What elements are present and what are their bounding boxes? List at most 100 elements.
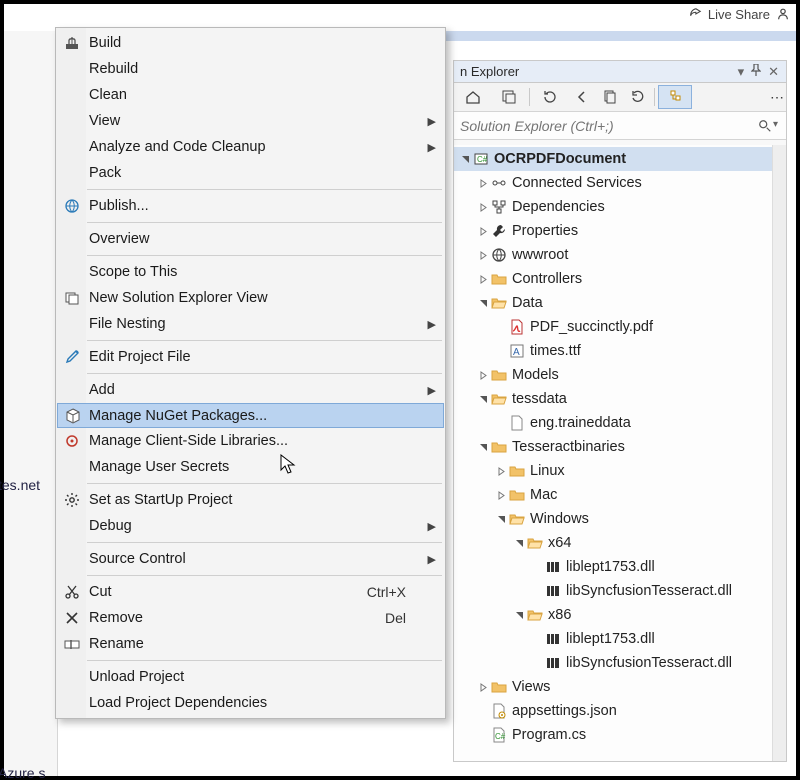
tree-row[interactable]: Atimes.ttf bbox=[454, 339, 772, 363]
expand-icon[interactable] bbox=[494, 515, 508, 524]
tree-row[interactable]: x64 bbox=[454, 531, 772, 555]
expand-icon[interactable] bbox=[476, 251, 490, 260]
menu-item[interactable]: Unload Project bbox=[57, 664, 444, 690]
panel-dropdown-icon[interactable]: ▾ bbox=[735, 64, 748, 80]
menu-item[interactable]: Publish... bbox=[57, 193, 444, 219]
menu-item[interactable]: Add▶ bbox=[57, 377, 444, 403]
menu-item[interactable]: Manage NuGet Packages... bbox=[57, 403, 444, 428]
menu-item[interactable]: Manage Client-Side Libraries... bbox=[57, 428, 444, 454]
tree-row[interactable]: C#Program.cs bbox=[454, 723, 772, 747]
tree-item-label: Windows bbox=[530, 511, 589, 527]
menu-item[interactable]: Manage User Secrets bbox=[57, 454, 444, 480]
expand-icon[interactable] bbox=[476, 275, 490, 284]
tree-row[interactable]: wwwroot bbox=[454, 243, 772, 267]
expand-icon[interactable] bbox=[494, 491, 508, 500]
search-row[interactable]: ▾ bbox=[454, 112, 786, 140]
search-input[interactable] bbox=[458, 116, 754, 136]
menu-item[interactable]: Rename bbox=[57, 631, 444, 657]
tree-row[interactable]: appsettings.json bbox=[454, 699, 772, 723]
expand-icon[interactable] bbox=[512, 539, 526, 548]
expand-icon[interactable] bbox=[476, 395, 490, 404]
csproj-icon: C# bbox=[472, 151, 490, 167]
expand-icon[interactable] bbox=[476, 683, 490, 692]
search-icon[interactable]: ▾ bbox=[754, 119, 782, 133]
tree-row[interactable]: Models bbox=[454, 363, 772, 387]
tree-row[interactable]: libSyncfusionTesseract.dll bbox=[454, 579, 772, 603]
menu-item[interactable]: Pack bbox=[57, 160, 444, 186]
account-icon[interactable] bbox=[776, 7, 790, 21]
tree-row[interactable]: Tesseractbinaries bbox=[454, 435, 772, 459]
tree-row[interactable]: Linux bbox=[454, 459, 772, 483]
tree-item-label: PDF_succinctly.pdf bbox=[530, 319, 653, 335]
scrollbar[interactable] bbox=[772, 145, 786, 761]
tree-row[interactable]: libSyncfusionTesseract.dll bbox=[454, 651, 772, 675]
tree-row[interactable]: Connected Services bbox=[454, 171, 772, 195]
toolbar-copy-button[interactable] bbox=[597, 85, 623, 109]
menu-item[interactable]: Build bbox=[57, 30, 444, 56]
live-share-label[interactable]: Live Share bbox=[708, 7, 770, 22]
menu-item[interactable]: Overview bbox=[57, 226, 444, 252]
close-icon[interactable]: ✕ bbox=[765, 64, 782, 80]
file-icon bbox=[508, 415, 526, 431]
tree-row[interactable]: PDF_succinctly.pdf bbox=[454, 315, 772, 339]
expand-icon[interactable] bbox=[476, 227, 490, 236]
tree-item-label: Properties bbox=[512, 223, 578, 239]
menu-item[interactable]: Debug▶ bbox=[57, 513, 444, 539]
json-icon bbox=[490, 703, 508, 719]
toolbar-history-dropdown[interactable] bbox=[533, 85, 567, 109]
tree-row[interactable]: C#OCRPDFDocument bbox=[454, 147, 772, 171]
tree-row[interactable]: Properties bbox=[454, 219, 772, 243]
tree-row[interactable]: liblept1753.dll bbox=[454, 627, 772, 651]
expand-icon[interactable] bbox=[476, 443, 490, 452]
menu-item[interactable]: Clean bbox=[57, 82, 444, 108]
toolbar-home-dropdown[interactable] bbox=[456, 85, 490, 109]
toolbar-refresh-button[interactable] bbox=[625, 85, 651, 109]
tree-row[interactable]: Mac bbox=[454, 483, 772, 507]
tree-row[interactable]: Windows bbox=[454, 507, 772, 531]
menu-item[interactable]: RemoveDel bbox=[57, 605, 444, 631]
menu-item[interactable]: Edit Project File bbox=[57, 344, 444, 370]
editor-text-fragment-1: tes.net bbox=[0, 477, 40, 493]
tree-row[interactable]: liblept1753.dll bbox=[454, 555, 772, 579]
menu-item[interactable]: Load Project Dependencies bbox=[57, 690, 444, 716]
tree-row[interactable]: eng.traineddata bbox=[454, 411, 772, 435]
menu-item[interactable]: Source Control▶ bbox=[57, 546, 444, 572]
expand-icon[interactable] bbox=[476, 299, 490, 308]
tree-row[interactable]: Controllers bbox=[454, 267, 772, 291]
menu-item[interactable]: File Nesting▶ bbox=[57, 311, 444, 337]
panel-titlebar[interactable]: n Explorer ▾ ✕ bbox=[454, 61, 786, 83]
toolbar-showall-toggle[interactable] bbox=[658, 85, 692, 109]
expand-icon[interactable] bbox=[476, 179, 490, 188]
tree-item-label: times.ttf bbox=[530, 343, 581, 359]
expand-icon[interactable] bbox=[512, 611, 526, 620]
toolbar-overflow[interactable]: ⋯ bbox=[770, 85, 784, 109]
menu-item[interactable]: New Solution Explorer View bbox=[57, 285, 444, 311]
folder-icon bbox=[490, 271, 508, 287]
tree-row[interactable]: tessdata bbox=[454, 387, 772, 411]
pin-icon[interactable] bbox=[747, 64, 765, 79]
toolbar-view-dropdown[interactable] bbox=[492, 85, 526, 109]
solution-tree[interactable]: C#OCRPDFDocumentConnected ServicesDepend… bbox=[454, 145, 772, 761]
tree-row[interactable]: Data bbox=[454, 291, 772, 315]
expand-icon[interactable] bbox=[476, 371, 490, 380]
folder-icon bbox=[490, 439, 508, 455]
menu-item[interactable]: Set as StartUp Project bbox=[57, 487, 444, 513]
expand-icon[interactable] bbox=[458, 155, 472, 164]
expand-icon[interactable] bbox=[494, 467, 508, 476]
expand-icon[interactable] bbox=[476, 203, 490, 212]
toolbar-back-button[interactable] bbox=[569, 85, 595, 109]
panel-toolbar: ⋯ bbox=[454, 83, 786, 112]
menu-item[interactable]: CutCtrl+X bbox=[57, 579, 444, 605]
folder-icon bbox=[490, 367, 508, 383]
tree-row[interactable]: Dependencies bbox=[454, 195, 772, 219]
tree-row[interactable]: Views bbox=[454, 675, 772, 699]
menu-item-label: Remove bbox=[89, 610, 143, 626]
menu-item[interactable]: View▶ bbox=[57, 108, 444, 134]
menu-item[interactable]: Analyze and Code Cleanup▶ bbox=[57, 134, 444, 160]
menu-item-label: Add bbox=[89, 382, 115, 398]
menu-item-label: Edit Project File bbox=[89, 349, 191, 365]
tree-row[interactable]: x86 bbox=[454, 603, 772, 627]
publish-icon bbox=[62, 198, 82, 214]
menu-item[interactable]: Scope to This bbox=[57, 259, 444, 285]
menu-item[interactable]: Rebuild bbox=[57, 56, 444, 82]
